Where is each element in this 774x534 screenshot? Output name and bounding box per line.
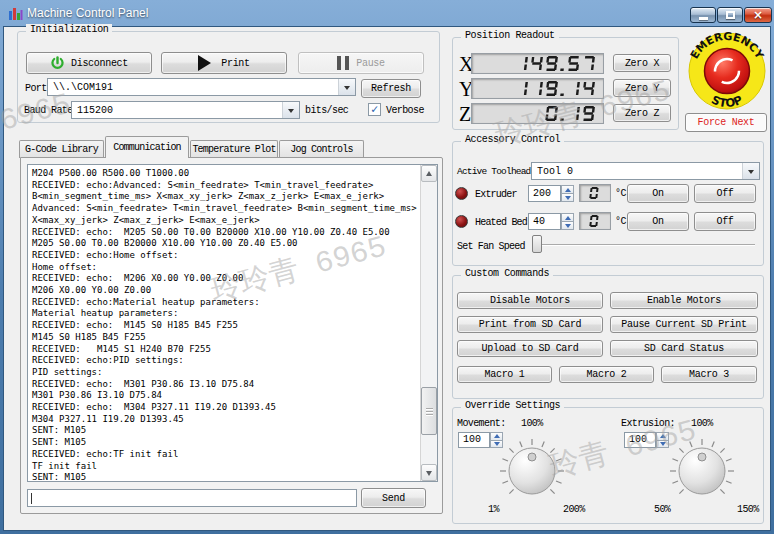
port-combo[interactable]: \\.\COM191 [47,78,356,96]
initialization-title: Initialization [26,24,112,35]
baud-rate-label: Baud Rate [24,105,73,116]
upload-to-sd-button[interactable]: Upload to SD Card [457,340,603,357]
pause-button[interactable]: Pause [298,52,424,74]
scroll-thumb[interactable] [421,387,437,435]
baud-combo-arrow[interactable] [282,102,299,118]
tab-jog-controls[interactable]: Jog Controls [279,140,364,158]
disconnect-button[interactable]: Disconnect [26,52,152,74]
enable-motors-button[interactable]: Enable Motors [610,292,758,309]
verbose-checkbox[interactable]: ✓ [368,103,381,116]
heated-bed-spinner[interactable] [561,213,574,230]
movement-top-label: 100% [521,418,543,429]
extruder-off-button[interactable]: Off [694,184,756,203]
send-button[interactable]: Send [361,488,426,508]
log-text: M204 P500.00 R500.00 T1000.00 RECEIVED: … [32,168,417,482]
extrusion-top-label: 100% [691,418,713,429]
heated-bed-status-led [455,215,468,228]
extrusion-label: Extrusion: [621,418,675,429]
extruder-on-button[interactable]: On [627,184,689,203]
movement-max-label: 200% [563,504,585,515]
log-scrollbar[interactable] [420,165,437,481]
active-toolhead-label: Active Toolhead [457,166,531,177]
extrusion-input[interactable]: 100 [624,432,656,448]
power-icon [50,56,65,71]
extrusion-max-label: 150% [737,504,759,515]
extruder-units: °C [615,188,626,199]
print-button[interactable]: Print [161,52,287,74]
zero-z-button[interactable]: Zero Z [613,104,671,122]
movement-min-label: 1% [488,504,499,515]
print-from-sd-button[interactable]: Print from SD Card [457,316,603,333]
zero-y-button[interactable]: Zero Y [613,79,671,97]
toolhead-combo-arrow[interactable] [742,163,759,179]
extruder-temp-display [579,184,611,202]
z-position-display [471,103,604,124]
port-label: Port [25,83,47,94]
port-combo-arrow[interactable] [338,79,355,95]
x-position-display [471,53,604,74]
baud-rate-combo[interactable]: 115200 [71,101,300,119]
maximize-button[interactable] [717,7,743,23]
emergency-stop-button[interactable]: EMERGENCY STOP [683,29,771,113]
active-toolhead-combo[interactable]: Tool 0 [531,162,760,180]
window-title: Machine Control Panel [27,6,148,20]
tab-gcode-library[interactable]: G-Code Library [19,140,104,158]
heated-bed-off-button[interactable]: Off [694,212,756,231]
title-bar: Machine Control Panel × [0,0,774,26]
pause-icon [337,56,349,70]
heated-bed-units: °C [615,216,626,227]
sd-card-status-button[interactable]: SD Card Status [610,340,758,357]
macro-1-button[interactable]: Macro 1 [457,366,552,383]
tab-temperature-plot[interactable]: Temperature Plot [190,140,278,158]
extruder-spinner[interactable] [561,185,574,202]
tab-communication[interactable]: Communication [105,136,189,158]
communication-tab-page: M204 P500.00 R500.00 T1000.00 RECEIVED: … [20,157,443,514]
communication-log[interactable]: M204 P500.00 R500.00 T1000.00 RECEIVED: … [27,164,438,482]
override-settings-title: Override Settings [461,400,564,411]
zero-x-button[interactable]: Zero X [613,54,671,72]
override-knob[interactable] [494,433,570,505]
macro-2-button[interactable]: Macro 2 [559,366,654,383]
extrusion-min-label: 50% [654,504,670,515]
movement-input[interactable]: 100 [458,432,490,448]
custom-commands-title: Custom Commands [461,268,553,279]
scroll-up-button[interactable] [421,165,437,182]
macro-3-button[interactable]: Macro 3 [661,366,757,383]
verbose-label: Verbose [386,105,424,116]
heated-bed-label: Heated Bed [475,217,527,228]
machine-control-panel-window: Machine Control Panel × Initialization D… [0,0,774,534]
accessory-control-title: Accessory Control [461,134,564,145]
fan-speed-track[interactable] [535,244,755,246]
y-position-display [471,78,604,99]
position-readout-title: Position Readout [461,30,559,41]
extruder-status-led [455,187,468,200]
heated-bed-temp-display [579,212,611,230]
heated-bed-on-button[interactable]: On [627,212,689,231]
refresh-button[interactable]: Refresh [361,79,421,98]
fan-speed-label: Set Fan Speed [457,241,525,252]
fan-speed-handle[interactable] [532,235,542,253]
axis-z-label: Z [459,103,471,126]
minimize-button[interactable] [690,7,716,23]
close-button[interactable]: × [744,7,772,23]
movement-label: Movement: [457,418,506,429]
app-icon [8,6,23,21]
extruder-label: Extruder [475,189,517,200]
command-input[interactable] [27,489,357,507]
heated-bed-setpoint-input[interactable]: 40 [528,213,561,230]
play-icon [198,55,219,71]
baud-units-label: bits/sec [305,105,348,116]
client-area: Initialization Disconnect Print Pause Po… [3,26,771,531]
extruder-setpoint-input[interactable]: 200 [528,185,561,202]
scroll-down-button[interactable] [421,464,437,481]
override-knob[interactable] [664,433,740,505]
disable-motors-button[interactable]: Disable Motors [457,292,603,309]
pause-sd-print-button[interactable]: Pause Current SD Print [610,316,758,333]
force-next-button[interactable]: Force Next [685,113,767,132]
